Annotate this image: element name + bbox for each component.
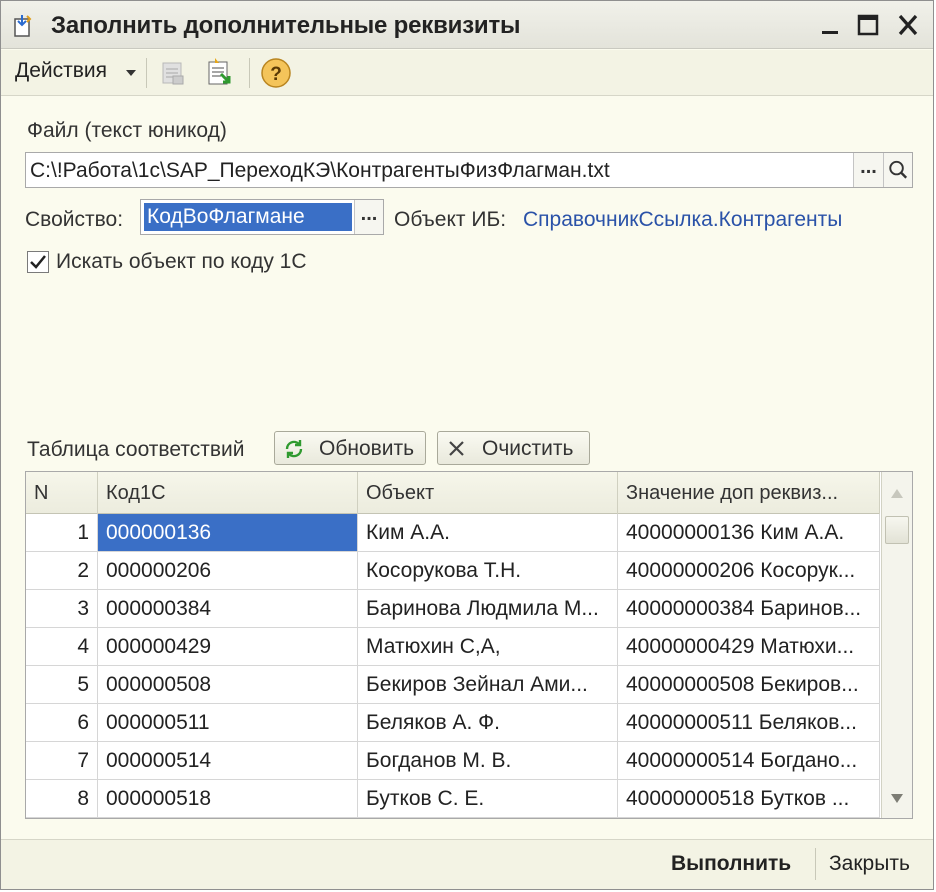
table-row[interactable]: 7 000000514 Богданов М. В. 40000000514 Б… (26, 742, 880, 780)
cell-n: 7 (26, 742, 98, 779)
cell-value[interactable]: 40000000136 Ким А.А. (618, 514, 880, 551)
file-label: Файл (текст юникод) (27, 119, 227, 142)
cell-object[interactable]: Беляков А. Ф. (358, 704, 618, 741)
search-by-code-label[interactable]: Искать объект по коду 1С (56, 250, 307, 274)
table-row[interactable]: 8 000000518 Бутков С. Е. 40000000518 Бут… (26, 780, 880, 818)
clear-icon (449, 441, 464, 456)
cell-code[interactable]: 000000508 (98, 666, 358, 703)
refresh-label: Обновить (319, 437, 415, 460)
search-icon[interactable] (883, 153, 912, 187)
toolbar-divider (249, 58, 250, 88)
maximize-icon[interactable] (853, 11, 883, 39)
table-scrollbar[interactable] (881, 472, 912, 818)
column-header-value[interactable]: Значение доп реквиз... (618, 472, 880, 514)
table-row[interactable]: 4 000000429 Матюхин С,А, 40000000429 Мат… (26, 628, 880, 666)
table-row[interactable]: 3 000000384 Баринова Людмила М... 400000… (26, 590, 880, 628)
cell-n: 8 (26, 780, 98, 817)
cell-n: 3 (26, 590, 98, 627)
clear-label: Очистить (482, 437, 574, 460)
cell-n: 4 (26, 628, 98, 665)
cell-code[interactable]: 000000429 (98, 628, 358, 665)
cell-object[interactable]: Матюхин С,А, (358, 628, 618, 665)
file-path-input[interactable]: C:\!Работа\1с\SAP_ПереходКЭ\КонтрагентыФ… (25, 152, 913, 188)
cell-object[interactable]: Баринова Людмила М... (358, 590, 618, 627)
cell-object[interactable]: Косорукова Т.Н. (358, 552, 618, 589)
cell-n: 6 (26, 704, 98, 741)
title-bar[interactable]: Заполнить дополнительные реквизиты (1, 1, 933, 49)
table-row[interactable]: 5 000000508 Бекиров Зейнал Ами... 400000… (26, 666, 880, 704)
cell-object[interactable]: Бекиров Зейнал Ами... (358, 666, 618, 703)
mapping-table[interactable]: N Код1С Объект Значение доп реквиз... 1 … (25, 471, 913, 819)
load-document-icon[interactable] (203, 56, 237, 90)
report-disabled-icon (162, 62, 184, 85)
cell-code[interactable]: 000000384 (98, 590, 358, 627)
cell-value[interactable]: 40000000206 Косорук... (618, 552, 880, 589)
window-title: Заполнить дополнительные реквизиты (51, 12, 521, 39)
checkmark-icon (30, 255, 46, 269)
minimize-icon[interactable] (816, 11, 846, 39)
scroll-up-icon[interactable] (882, 478, 912, 508)
close-icon[interactable] (893, 11, 923, 39)
cell-value[interactable]: 40000000511 Беляков... (618, 704, 880, 741)
table-row[interactable]: 2 000000206 Косорукова Т.Н. 40000000206 … (26, 552, 880, 590)
cell-value[interactable]: 40000000384 Баринов... (618, 590, 880, 627)
form-fill-icon (14, 15, 32, 37)
toolbar: Действия ? (1, 50, 933, 96)
column-header-n[interactable]: N (26, 472, 98, 514)
chevron-down-icon[interactable] (126, 70, 136, 76)
column-header-object[interactable]: Объект (358, 472, 618, 514)
cell-n: 1 (26, 514, 98, 551)
cell-value[interactable]: 40000000508 Бекиров... (618, 666, 880, 703)
refresh-button[interactable]: Обновить (274, 431, 426, 465)
cell-object[interactable]: Ким А.А. (358, 514, 618, 551)
cell-code[interactable]: 000000518 (98, 780, 358, 817)
execute-button[interactable]: Выполнить (671, 852, 791, 876)
actions-menu[interactable]: Действия (15, 59, 107, 83)
help-icon[interactable]: ? (259, 56, 293, 90)
cell-value[interactable]: 40000000514 Богдано... (618, 742, 880, 779)
table-header: N Код1С Объект Значение доп реквиз... (26, 472, 880, 514)
object-ib-label: Объект ИБ: (394, 208, 507, 231)
cell-value[interactable]: 40000000518 Бутков ... (618, 780, 880, 817)
cell-n: 2 (26, 552, 98, 589)
table-row[interactable]: 6 000000511 Беляков А. Ф. 40000000511 Бе… (26, 704, 880, 742)
cell-object[interactable]: Богданов М. В. (358, 742, 618, 779)
property-value: КодВоФлагмане (144, 203, 352, 231)
property-label: Свойство: (25, 208, 124, 231)
clear-button[interactable]: Очистить (437, 431, 590, 465)
property-select-button[interactable]: ... (354, 200, 383, 234)
footer-bar: Выполнить Закрыть (1, 839, 933, 889)
cell-code[interactable]: 000000206 (98, 552, 358, 589)
cell-value[interactable]: 40000000429 Матюхи... (618, 628, 880, 665)
cell-code[interactable]: 000000511 (98, 704, 358, 741)
mapping-table-label: Таблица соответствий (27, 438, 245, 461)
dialog-window: Заполнить дополнительные реквизиты Дейст… (0, 0, 934, 890)
scroll-down-icon[interactable] (882, 784, 912, 814)
cell-code[interactable]: 000000136 (98, 514, 358, 551)
search-by-code-checkbox[interactable] (27, 251, 49, 273)
property-input[interactable]: КодВоФлагмане ... (140, 199, 384, 235)
file-path-value: C:\!Работа\1с\SAP_ПереходКЭ\КонтрагентыФ… (30, 159, 610, 182)
cell-code[interactable]: 000000514 (98, 742, 358, 779)
file-select-button[interactable]: ... (853, 153, 883, 187)
toolbar-divider (146, 58, 147, 88)
cell-object[interactable]: Бутков С. Е. (358, 780, 618, 817)
footer-divider (815, 848, 816, 880)
cell-n: 5 (26, 666, 98, 703)
table-row[interactable]: 1 000000136 Ким А.А. 40000000136 Ким А.А… (26, 514, 880, 552)
scrollbar-thumb[interactable] (885, 516, 909, 544)
close-button[interactable]: Закрыть (829, 852, 910, 876)
object-ib-link[interactable]: СправочникСсылка.Контрагенты (523, 208, 842, 232)
help-symbol: ? (270, 64, 282, 85)
refresh-icon (285, 440, 303, 458)
column-header-code[interactable]: Код1С (98, 472, 358, 514)
